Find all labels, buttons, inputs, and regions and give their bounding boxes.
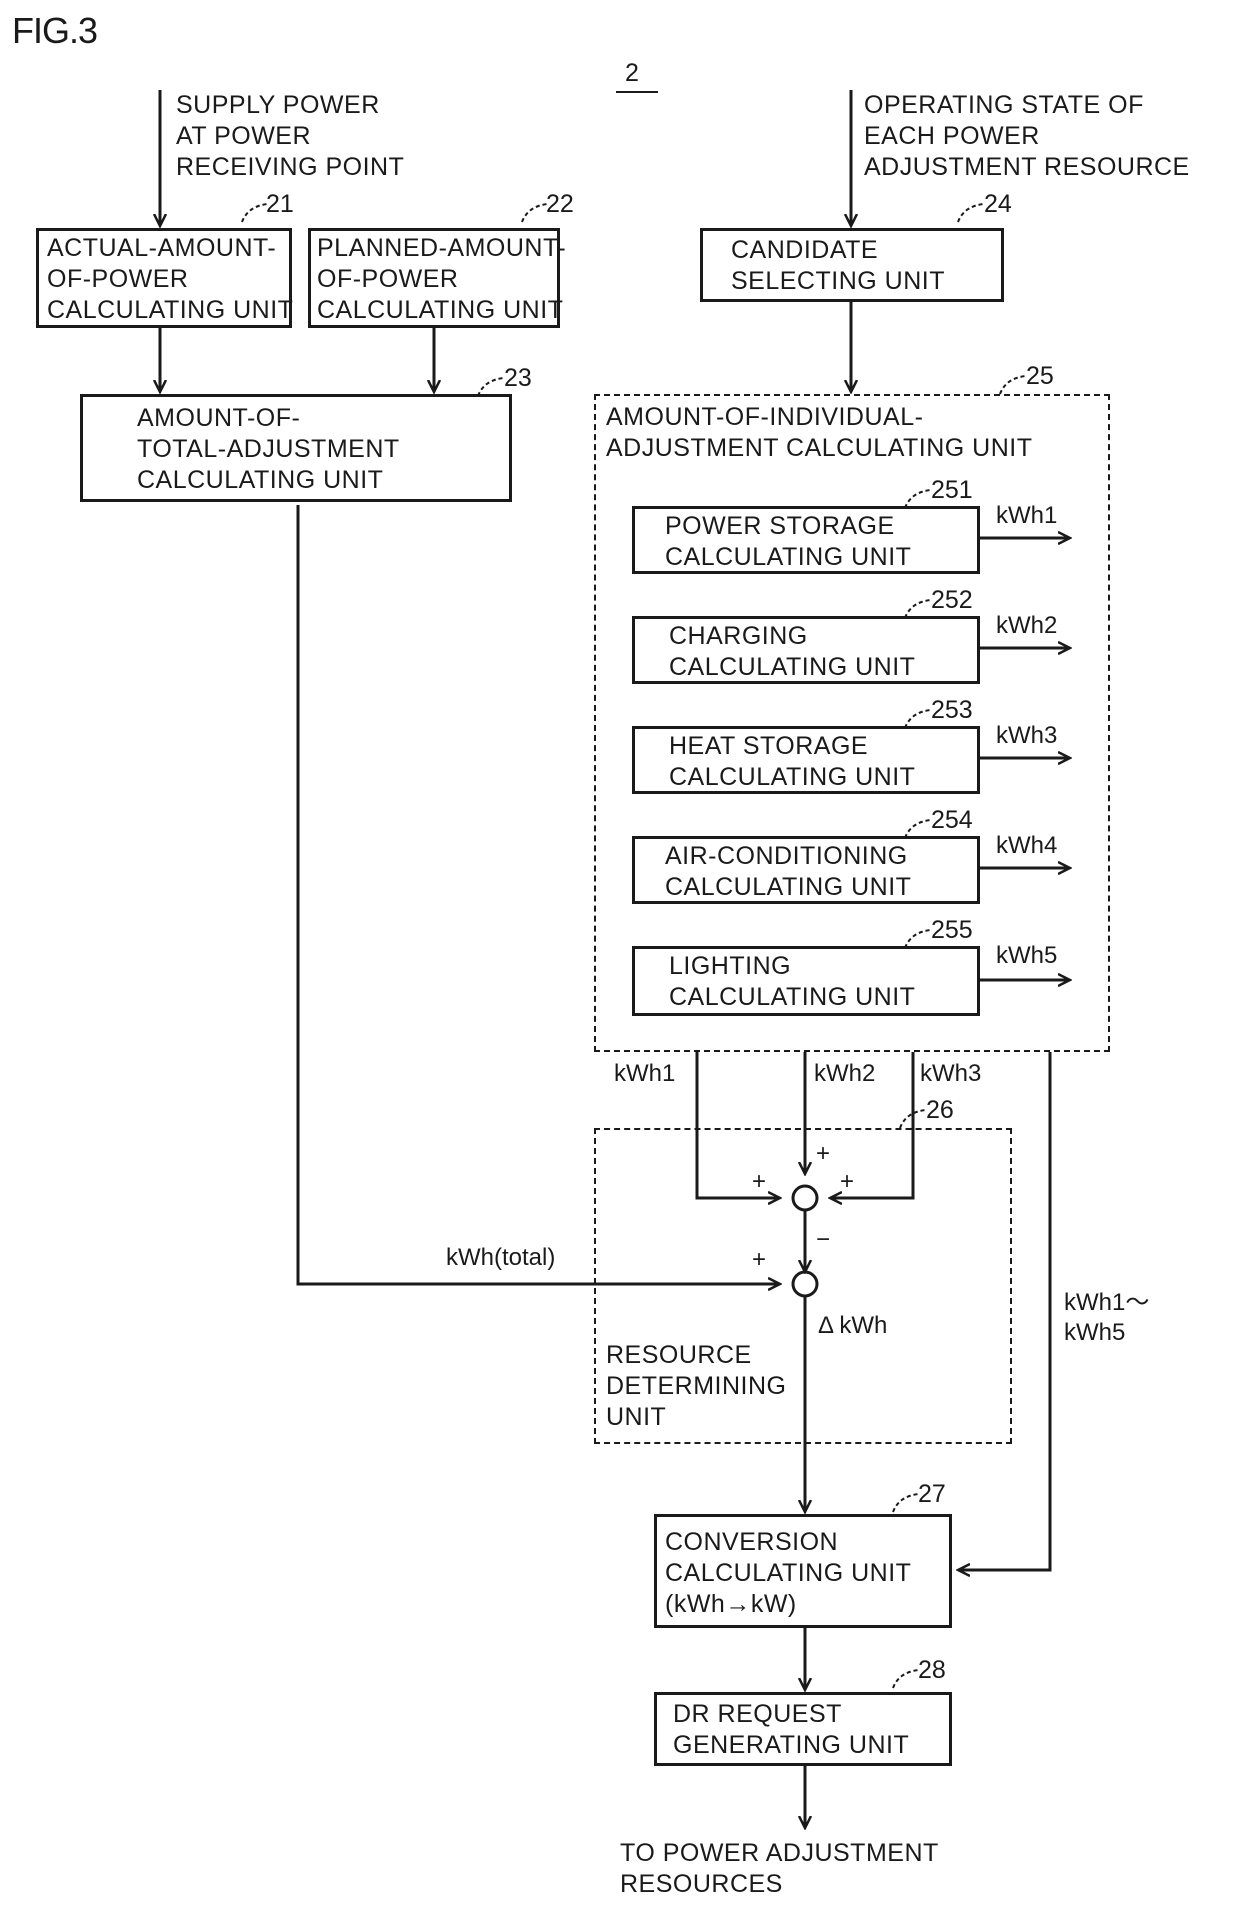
signal-kwh4-out: kWh4 [996, 832, 1058, 859]
input-label-supply-power: SUPPLY POWER AT POWER RECEIVING POINT [176, 91, 405, 181]
leader-27 [892, 1493, 920, 1513]
ref-255: 255 [931, 916, 973, 944]
resource-determining-unit: RESOURCE DETERMINING UNIT [594, 1128, 1012, 1444]
ref-26: 26 [926, 1096, 954, 1124]
candidate-selecting-unit: CANDIDATE SELECTING UNIT [700, 228, 1004, 302]
dr-request-generating-unit: DR REQUEST GENERATING UNIT [654, 1692, 952, 1766]
ref-24: 24 [984, 190, 1012, 218]
unit-251-label: POWER STORAGE CALCULATING UNIT [665, 512, 912, 571]
ref-23: 23 [504, 364, 532, 392]
conversion-calculating-unit: CONVERSION CALCULATING UNIT (kWh→kW) [654, 1514, 952, 1628]
leader-28 [892, 1669, 920, 1689]
signal-kwh1-out: kWh1 [996, 502, 1058, 529]
signal-kwh2-out: kWh2 [996, 612, 1058, 639]
unit-26-label: RESOURCE DETERMINING UNIT [606, 1341, 787, 1431]
ref-254: 254 [931, 806, 973, 834]
signal-delta-kwh: Δ kWh [818, 1312, 888, 1339]
unit-27-label: CONVERSION CALCULATING UNIT (kWh→kW) [665, 1528, 912, 1618]
output-label: TO POWER ADJUSTMENT RESOURCES [620, 1839, 939, 1898]
unit-253-label: HEAT STORAGE CALCULATING UNIT [669, 732, 916, 791]
system-ref: 2 [625, 59, 640, 87]
signal-kwh2: kWh2 [814, 1060, 876, 1087]
sign-minus: − [816, 1226, 831, 1253]
sign-plus-kwh2: + [816, 1140, 831, 1167]
ref-25: 25 [1026, 362, 1054, 390]
signal-kwh5-out: kWh5 [996, 942, 1058, 969]
planned-amount-of-power-calculating-unit: PLANNED-AMOUNT- OF-POWER CALCULATING UNI… [308, 228, 566, 328]
ref-21: 21 [266, 190, 294, 218]
ref-253: 253 [931, 696, 973, 724]
ref-252: 252 [931, 586, 973, 614]
ref-27: 27 [918, 1480, 946, 1508]
signal-kwh-total: kWh(total) [446, 1244, 556, 1271]
ref-251: 251 [931, 476, 973, 504]
charging-calculating-unit: CHARGING CALCULATING UNIT [632, 616, 980, 684]
amount-of-total-adjustment-calculating-unit: AMOUNT-OF- TOTAL-ADJUSTMENT CALCULATING … [80, 394, 512, 502]
unit-252-label: CHARGING CALCULATING UNIT [669, 622, 916, 681]
signal-kwh1-to-kwh5: kWh1〜 kWh5 [1064, 1289, 1150, 1346]
figure-label: FIG.3 [12, 10, 98, 51]
signal-kwh1: kWh1 [614, 1060, 676, 1087]
unit-23-label: AMOUNT-OF- TOTAL-ADJUSTMENT CALCULATING … [137, 404, 400, 494]
leader-25 [999, 375, 1027, 395]
leader-21 [241, 203, 269, 223]
ref-22: 22 [546, 190, 574, 218]
unit-24-label: CANDIDATE SELECTING UNIT [731, 236, 945, 295]
unit-22-label: PLANNED-AMOUNT- OF-POWER CALCULATING UNI… [317, 234, 567, 324]
sign-plus-kwh3: + [840, 1168, 855, 1195]
heat-storage-calculating-unit: HEAT STORAGE CALCULATING UNIT [632, 726, 980, 794]
leader-22 [521, 203, 549, 223]
sign-plus-kwh1: + [752, 1168, 767, 1195]
actual-amount-of-power-calculating-unit: ACTUAL-AMOUNT- OF-POWER CALCULATING UNIT [36, 228, 294, 328]
signal-kwh3: kWh3 [920, 1060, 982, 1087]
leader-24 [957, 203, 985, 223]
unit-255-label: LIGHTING CALCULATING UNIT [669, 952, 916, 1011]
power-storage-calculating-unit: POWER STORAGE CALCULATING UNIT [632, 506, 980, 574]
unit-25-label: AMOUNT-OF-INDIVIDUAL- ADJUSTMENT CALCULA… [606, 403, 1033, 462]
air-conditioning-calculating-unit: AIR-CONDITIONING CALCULATING UNIT [632, 836, 980, 904]
unit-21-label: ACTUAL-AMOUNT- OF-POWER CALCULATING UNIT [47, 234, 294, 324]
signal-kwh3-out: kWh3 [996, 722, 1058, 749]
lighting-calculating-unit: LIGHTING CALCULATING UNIT [632, 946, 980, 1016]
ref-28: 28 [918, 1656, 946, 1684]
unit-254-label: AIR-CONDITIONING CALCULATING UNIT [665, 842, 912, 901]
input-label-operating-state: OPERATING STATE OF EACH POWER ADJUSTMENT… [864, 91, 1190, 181]
sign-plus-total: + [752, 1246, 767, 1273]
unit-28-label: DR REQUEST GENERATING UNIT [673, 1700, 910, 1759]
